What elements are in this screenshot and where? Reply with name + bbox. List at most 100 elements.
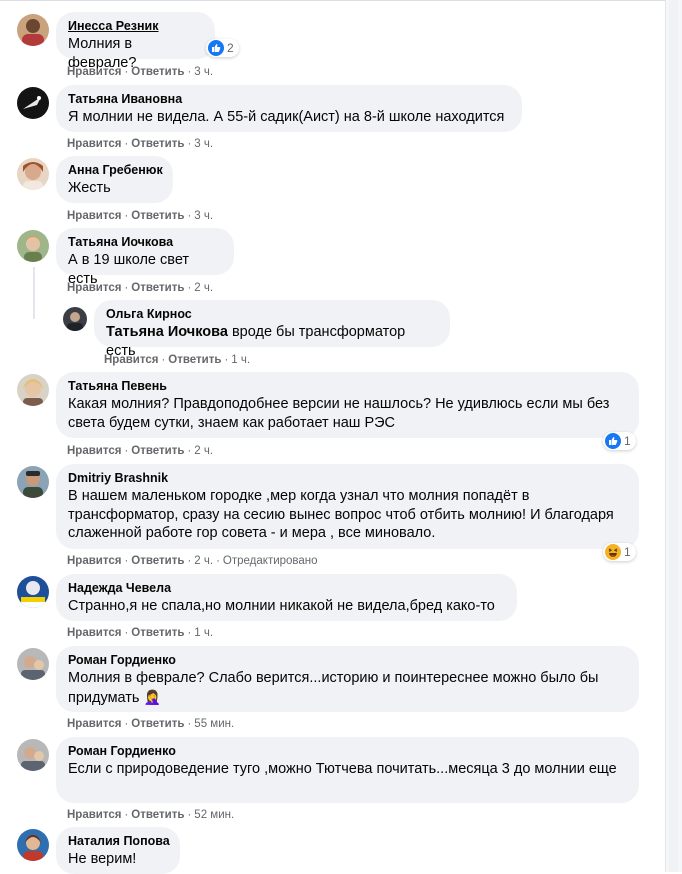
comment-author[interactable]: Надежда Чевела	[68, 581, 505, 596]
comment-actions: Нравится · Ответить · 3 ч.	[67, 138, 214, 150]
comment-author[interactable]: Роман Гордиенко	[68, 653, 627, 668]
comment: Роман Гордиенко Если с природоведение ту…	[0, 737, 666, 827]
edited-label[interactable]: Отредактировано	[223, 555, 318, 567]
reply-button[interactable]: Ответить	[131, 445, 184, 457]
like-button[interactable]: Нравится	[67, 66, 121, 78]
comment: Надежда Чевела Странно,я не спала,но мол…	[0, 573, 666, 645]
comment: Татьяна Иочкова А в 19 школе свет есть Н…	[0, 227, 666, 299]
like-button[interactable]: Нравится	[67, 555, 121, 567]
like-button[interactable]: Нравится	[67, 809, 121, 821]
comment-timestamp[interactable]: 3 ч.	[194, 66, 213, 78]
comment-actions: Нравится · Ответить · 2 ч.	[67, 282, 214, 294]
reaction-badge[interactable]: 2	[206, 39, 239, 57]
comment-author[interactable]: Наталия Попова	[68, 834, 170, 849]
comment-timestamp[interactable]: 1 ч.	[231, 354, 250, 366]
comment-bubble: Роман Гордиенко Молния в феврале? Слабо …	[56, 646, 639, 712]
reaction-count: 1	[624, 545, 631, 559]
comment-author[interactable]: Татьяна Ивановна	[68, 92, 510, 107]
comment-reply: Ольга Кирнос Татьяна Иочкова вроде бы тр…	[0, 299, 666, 371]
reply-button[interactable]: Ответить	[131, 627, 184, 639]
avatar[interactable]	[17, 739, 49, 771]
comments-feed: Инесса Резник Молния в феврале? 2 Нравит…	[0, 0, 666, 874]
reply-button[interactable]: Ответить	[131, 718, 184, 730]
avatar[interactable]	[17, 230, 49, 262]
avatar[interactable]	[17, 158, 49, 190]
comment-timestamp[interactable]: 1 ч.	[194, 627, 213, 639]
comment-text: Какая молния? Правдоподобнее версии не н…	[68, 396, 610, 431]
comment-timestamp[interactable]: 2 ч.	[194, 445, 213, 457]
comment-actions: Нравится · Ответить · 3 ч.	[67, 210, 214, 222]
like-button[interactable]: Нравится	[67, 282, 121, 294]
comment-actions: Нравится · Ответить · 2 ч.	[67, 445, 214, 457]
comment-timestamp[interactable]: 52 мин.	[194, 809, 234, 821]
avatar[interactable]	[17, 576, 49, 608]
comment: Роман Гордиенко Молния в феврале? Слабо …	[0, 645, 666, 737]
comment-text: Молния в феврале? Слабо верится...истори…	[68, 669, 627, 707]
reply-button[interactable]: Ответить	[131, 210, 184, 222]
scrollbar[interactable]	[665, 0, 682, 872]
comment-author[interactable]: Инесса Резник	[68, 19, 203, 34]
reply-button[interactable]: Ответить	[131, 809, 184, 821]
comment-bubble: Ольга Кирнос Татьяна Иочкова вроде бы тр…	[94, 300, 450, 359]
like-button[interactable]: Нравится	[67, 627, 121, 639]
avatar[interactable]	[17, 466, 49, 498]
reply-button[interactable]: Ответить	[131, 282, 184, 294]
comment-actions: Нравится · Ответить · 55 мин.	[67, 718, 235, 730]
avatar[interactable]	[17, 374, 49, 406]
comment-timestamp[interactable]: 3 ч.	[194, 138, 213, 150]
reply-button[interactable]: Ответить	[131, 555, 184, 567]
comment-timestamp[interactable]: 55 мин.	[194, 718, 234, 730]
avatar[interactable]	[63, 307, 87, 331]
mention-link[interactable]: Татьяна Иочкова	[106, 324, 228, 340]
comment-text: Странно,я не спала,но молнии никакой не …	[68, 598, 495, 614]
haha-icon	[605, 544, 621, 560]
comment-timestamp[interactable]: 2 ч.	[194, 555, 213, 567]
scrollbar-thumb[interactable]	[669, 0, 678, 872]
comment-actions: Нравится · Ответить · 1 ч.	[104, 354, 251, 366]
comment-author[interactable]: Татьяна Певень	[68, 379, 627, 394]
comment-bubble: Dmitriy Brashnik В нашем маленьком город…	[56, 464, 639, 549]
like-button[interactable]: Нравится	[67, 445, 121, 457]
facepalm-emoji-icon: 🤦‍♀️	[143, 688, 161, 705]
comment-author[interactable]: Татьяна Иочкова	[68, 235, 222, 250]
comment-actions: Нравится · Ответить · 2 ч. · Отредактировано	[67, 555, 318, 567]
avatar[interactable]	[17, 829, 49, 861]
comment-timestamp[interactable]: 3 ч.	[194, 210, 213, 222]
like-button[interactable]: Нравится	[67, 718, 121, 730]
avatar[interactable]	[17, 14, 49, 46]
reaction-count: 2	[227, 41, 234, 55]
comment-text: Не верим!	[68, 851, 137, 867]
comment-bubble: Наталия Попова Не верим!	[56, 827, 180, 874]
comment-text: Я молнии не видела. А 55-й садик(Аист) н…	[68, 109, 505, 125]
comment-bubble: Роман Гордиенко Если с природоведение ту…	[56, 737, 639, 803]
reply-button[interactable]: Ответить	[131, 138, 184, 150]
comment-timestamp[interactable]: 2 ч.	[194, 282, 213, 294]
comment-text: В нашем маленьком городке ,мер когда узн…	[68, 488, 614, 541]
reaction-badge[interactable]: 1	[603, 543, 636, 561]
comment: Dmitriy Brashnik В нашем маленьком город…	[0, 463, 666, 573]
comment: Татьяна Ивановна Я молнии не видела. А 5…	[0, 83, 666, 155]
avatar[interactable]	[17, 87, 49, 119]
comment-bubble: Татьяна Ивановна Я молнии не видела. А 5…	[56, 85, 522, 132]
like-icon	[605, 433, 621, 449]
comment-bubble: Татьяна Певень Какая молния? Правдоподоб…	[56, 372, 639, 438]
comment-actions: Нравится · Ответить · 3 ч.	[67, 66, 214, 78]
like-button[interactable]: Нравится	[104, 354, 158, 366]
reply-button[interactable]: Ответить	[131, 66, 184, 78]
avatar[interactable]	[17, 648, 49, 680]
comment: Инесса Резник Молния в феврале? 2 Нравит…	[0, 1, 666, 83]
comment: Анна Гребенюк Жесть Нравится · Ответить · 3 …	[0, 155, 666, 227]
like-icon	[208, 40, 224, 56]
comment: Татьяна Певень Какая молния? Правдоподоб…	[0, 371, 666, 463]
comment-author[interactable]: Роман Гордиенко	[68, 744, 627, 759]
like-button[interactable]: Нравится	[67, 138, 121, 150]
reaction-badge[interactable]: 1	[603, 432, 636, 450]
comment-bubble: Анна Гребенюк Жесть	[56, 156, 173, 203]
comment-author[interactable]: Анна Гребенюк	[68, 163, 163, 178]
comment-author[interactable]: Dmitriy Brashnik	[68, 471, 627, 486]
comment: Наталия Попова Не верим!	[0, 827, 666, 874]
reply-button[interactable]: Ответить	[168, 354, 221, 366]
reaction-count: 1	[624, 434, 631, 448]
comment-author[interactable]: Ольга Кирнос	[106, 307, 438, 322]
like-button[interactable]: Нравится	[67, 210, 121, 222]
